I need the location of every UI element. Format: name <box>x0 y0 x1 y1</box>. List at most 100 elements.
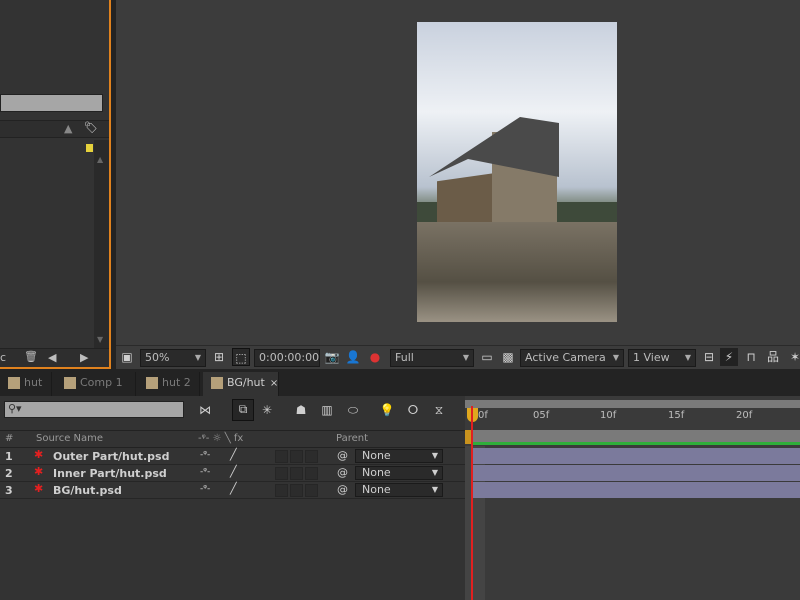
label-tag-icon[interactable]: 🏷 <box>84 121 98 134</box>
parent-dropdown[interactable]: None <box>355 483 443 497</box>
composition-image <box>417 22 617 322</box>
layer-name[interactable]: BG/hut.psd <box>53 484 122 497</box>
close-icon[interactable]: × <box>270 378 278 389</box>
draft-3d-icon[interactable]: ✳ <box>258 401 276 419</box>
tab-label: BG/hut <box>227 376 265 389</box>
shy-switch-icon[interactable]: -ᵠ- <box>200 467 210 477</box>
composition-viewer[interactable]: ▣ 50% ⊞ ⬚ 0:00:00:00 📷 👤 ● Full ▭ ▩ Acti… <box>116 0 800 369</box>
shy-switch-icon[interactable]: -ᵠ- <box>200 484 210 494</box>
shy-switch-icon[interactable]: -ᵠ- <box>200 450 210 460</box>
layer-row[interactable]: 3 ✱ BG/hut.psd -ᵠ- ╱ @ None <box>0 482 465 499</box>
layer-column-header: # Source Name -ᵠ- ☼ ╲ fx Parent <box>0 430 465 448</box>
view-layout-dropdown[interactable]: 1 View <box>628 349 696 367</box>
tab-bg-hut[interactable]: BG/hut × <box>203 372 279 396</box>
switch-box[interactable] <box>275 467 288 480</box>
pick-whip-icon[interactable]: @ <box>337 483 348 496</box>
channels-icon[interactable]: ● <box>366 348 384 366</box>
layer-name[interactable]: Outer Part/hut.psd <box>53 450 169 463</box>
region-of-interest-icon[interactable]: ⬚ <box>232 348 250 366</box>
bpc-label: c <box>0 351 7 364</box>
project-column-header: ▲ 🏷 <box>0 120 109 138</box>
camera-view-dropdown[interactable]: Active Camera <box>520 349 624 367</box>
magnification-dropdown[interactable]: 50% <box>140 349 206 367</box>
time-navigator[interactable] <box>465 400 800 408</box>
safe-margins-icon[interactable]: ⊞ <box>210 348 228 366</box>
timeline-icon[interactable]: ⊓ <box>742 348 760 366</box>
switch-box[interactable] <box>275 484 288 497</box>
current-time[interactable]: 0:00:00:00 <box>254 349 320 367</box>
live-update-icon[interactable]: ⧉ <box>232 399 254 421</box>
switch-box[interactable] <box>305 484 318 497</box>
ruler-tick: 05f <box>533 410 550 421</box>
quality-switch-icon[interactable]: ╱ <box>230 448 237 461</box>
layer-index: 1 <box>5 450 13 463</box>
layer-row[interactable]: 2 ✱ Inner Part/hut.psd -ᵠ- ╱ @ None <box>0 465 465 482</box>
shy-icon[interactable]: ☗ <box>292 401 310 419</box>
ruler-tick: 10f <box>600 410 617 421</box>
graph-editor-icon[interactable]: ⧖ <box>430 401 448 419</box>
show-snapshot-icon[interactable]: 👤 <box>344 348 362 366</box>
switch-box[interactable] <box>305 450 318 463</box>
parent-dropdown[interactable]: None <box>355 466 443 480</box>
switch-box[interactable] <box>290 484 303 497</box>
prev-icon[interactable]: ◀ <box>48 351 56 364</box>
tab-hut[interactable]: hut <box>0 372 52 396</box>
switch-box[interactable] <box>305 467 318 480</box>
column-switches: -ᵠ- ☼ ╲ fx <box>198 433 244 444</box>
column-number: # <box>5 433 14 444</box>
comp-icon <box>8 377 20 389</box>
snapshot-camera-icon[interactable]: 📷 <box>323 348 341 366</box>
column-source-name[interactable]: Source Name <box>36 433 103 444</box>
sort-up-icon[interactable]: ▲ <box>64 122 72 135</box>
work-area-indicator <box>472 442 800 445</box>
motion-blur-icon[interactable]: ⬭ <box>344 401 362 419</box>
switch-box[interactable] <box>290 467 303 480</box>
layer-row[interactable]: 1 ✱ Outer Part/hut.psd -ᵠ- ╱ @ None <box>0 448 465 465</box>
search-icon: ⚲▾ <box>8 402 22 415</box>
trash-icon[interactable]: 🗑 <box>24 350 38 363</box>
always-preview-icon[interactable]: ▣ <box>118 348 136 366</box>
timeline-tabs: hut Comp 1 hut 2 BG/hut × <box>0 372 800 396</box>
comp-mini-flowchart-icon[interactable]: ⋈ <box>196 401 214 419</box>
layer-bar[interactable] <box>472 465 800 481</box>
pick-whip-icon[interactable]: @ <box>337 449 348 462</box>
fast-previews-icon[interactable]: ▭ <box>478 348 496 366</box>
resolution-dropdown[interactable]: Full <box>390 349 474 367</box>
layer-index: 3 <box>5 484 13 497</box>
comp-icon <box>64 377 76 389</box>
project-panel: ▲ 🏷 ▲ ▼ c 🗑 ◀ ▶ <box>0 0 111 369</box>
tab-hut-2[interactable]: hut 2 <box>138 372 200 396</box>
pick-whip-icon[interactable]: @ <box>337 466 348 479</box>
quality-switch-icon[interactable]: ╱ <box>230 482 237 495</box>
switch-box[interactable] <box>275 450 288 463</box>
column-parent[interactable]: Parent <box>336 433 368 444</box>
project-search-input[interactable] <box>0 94 103 112</box>
project-scrollbar[interactable]: ▲ ▼ <box>94 140 109 350</box>
reset-exposure-icon[interactable]: ✶ <box>786 348 800 366</box>
label-color-swatch <box>86 144 93 152</box>
next-icon[interactable]: ▶ <box>80 351 88 364</box>
switch-box[interactable] <box>290 450 303 463</box>
ruler-tick: 20f <box>736 410 753 421</box>
scroll-up-icon[interactable]: ▲ <box>97 155 103 164</box>
frame-blending-icon[interactable]: ▥ <box>318 401 336 419</box>
scroll-down-icon[interactable]: ▼ <box>97 335 103 344</box>
transparency-grid-icon[interactable]: ▩ <box>499 348 517 366</box>
tab-comp-1[interactable]: Comp 1 <box>56 372 136 396</box>
current-time-indicator[interactable] <box>471 406 473 600</box>
layer-bar[interactable] <box>472 448 800 464</box>
layer-name[interactable]: Inner Part/hut.psd <box>53 467 167 480</box>
parent-dropdown[interactable]: None <box>355 449 443 463</box>
psd-layer-icon: ✱ <box>34 465 44 478</box>
ruler-tick: 15f <box>668 410 685 421</box>
flowchart-icon[interactable]: 品 <box>764 348 782 366</box>
toggle-pixel-aspect-icon[interactable]: ⊟ <box>700 348 718 366</box>
time-graph[interactable]: 0f 05f 10f 15f 20f <box>465 396 800 600</box>
timeline-search-input[interactable]: ⚲▾ <box>4 401 184 418</box>
layer-bar[interactable] <box>472 482 800 498</box>
fast-preview-toggle-icon[interactable]: ⚡ <box>720 348 738 366</box>
auto-keyframe-icon[interactable]: ⵔ <box>404 401 422 419</box>
brainstorm-icon[interactable]: 💡 <box>378 401 396 419</box>
tab-label: Comp 1 <box>80 376 123 389</box>
quality-switch-icon[interactable]: ╱ <box>230 465 237 478</box>
